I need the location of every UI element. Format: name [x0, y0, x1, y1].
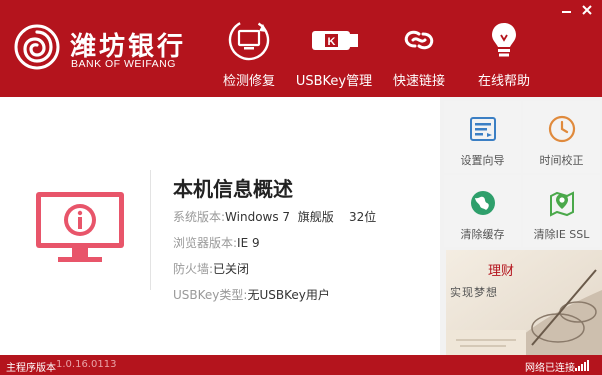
signal-icon — [575, 360, 589, 371]
banner-subtext: 实现梦想 — [450, 286, 498, 299]
svg-text:K: K — [328, 36, 336, 48]
link-icon — [404, 30, 434, 50]
globe-clean-icon — [471, 191, 495, 215]
map-pin-icon — [550, 191, 574, 217]
tool-clear-cache[interactable]: 清除缓存 — [444, 175, 521, 247]
tool-label: 时间校正 — [539, 154, 584, 167]
nav-online-help-label: 在线帮助 — [477, 74, 530, 89]
tool-label: 清除缓存 — [460, 228, 505, 241]
nav-detect-repair[interactable]: 检测修复 — [206, 18, 292, 90]
usb-key-icon: K — [312, 31, 358, 50]
info-key: USBKey类型: — [173, 288, 248, 302]
info-key: 系统版本: — [173, 210, 226, 224]
info-value: 无USBKey用户 — [247, 288, 330, 302]
nav-quick-links[interactable]: 快速链接 — [376, 18, 462, 90]
promo-banner[interactable]: 理财 实现梦想 — [446, 250, 602, 355]
lightbulb-icon — [492, 23, 516, 57]
banner-text: 理财 — [488, 264, 515, 279]
info-row-usbkey: USBKey类型:无USBKey用户 — [173, 286, 330, 303]
close-icon[interactable] — [580, 4, 594, 16]
nav-detect-repair-label: 检测修复 — [222, 74, 275, 89]
header-bar: 潍坊银行 BANK OF WEIFANG 检测修复 K USBKey管理 快速链… — [0, 0, 602, 97]
nav-usbkey-manage[interactable]: K USBKey管理 — [291, 18, 377, 90]
tool-label: 设置向导 — [460, 154, 505, 167]
tool-clear-ie-ssl[interactable]: 清除IE SSL — [523, 175, 600, 247]
version-number: 1.0.16.0113 — [56, 359, 117, 370]
info-row-browser: 浏览器版本:IE 9 — [173, 234, 260, 251]
bank-name-en: BANK OF WEIFANG — [71, 58, 176, 70]
tool-time-correction[interactable]: 时间校正 — [523, 101, 600, 173]
network-status: 网络已连接 — [525, 363, 575, 374]
bank-logo-icon — [14, 24, 60, 70]
bank-logo: 潍坊银行 BANK OF WEIFANG — [14, 22, 192, 74]
clock-icon — [548, 115, 576, 143]
settings-wizard-icon — [470, 117, 496, 141]
nav-usbkey-manage-label: USBKey管理 — [295, 74, 373, 89]
status-bar: 主程序版本 1.0.16.0113 网络已连接 — [0, 355, 602, 375]
minimize-icon[interactable] — [560, 4, 574, 16]
nav-quick-links-label: 快速链接 — [392, 74, 445, 89]
version-label: 主程序版本 — [6, 363, 56, 374]
info-row-firewall: 防火墙:已关闭 — [173, 260, 249, 277]
tool-settings-wizard[interactable]: 设置向导 — [444, 101, 521, 173]
info-monitor-icon — [36, 192, 124, 262]
monitor-refresh-icon — [228, 19, 270, 61]
info-value: 已关闭 — [213, 262, 250, 276]
info-key: 浏览器版本: — [173, 236, 238, 250]
divider — [150, 170, 151, 290]
banner-graphic — [446, 250, 602, 355]
summary-title: 本机信息概述 — [173, 177, 293, 201]
info-row-os: 系统版本:Windows 7 旗舰版 32位 — [173, 208, 376, 225]
tool-label: 清除IE SSL — [533, 228, 590, 241]
info-key: 防火墙: — [173, 262, 214, 276]
info-value: IE 9 — [237, 236, 260, 250]
info-value: Windows 7 旗舰版 32位 — [225, 210, 377, 224]
nav-online-help[interactable]: 在线帮助 — [461, 18, 547, 90]
